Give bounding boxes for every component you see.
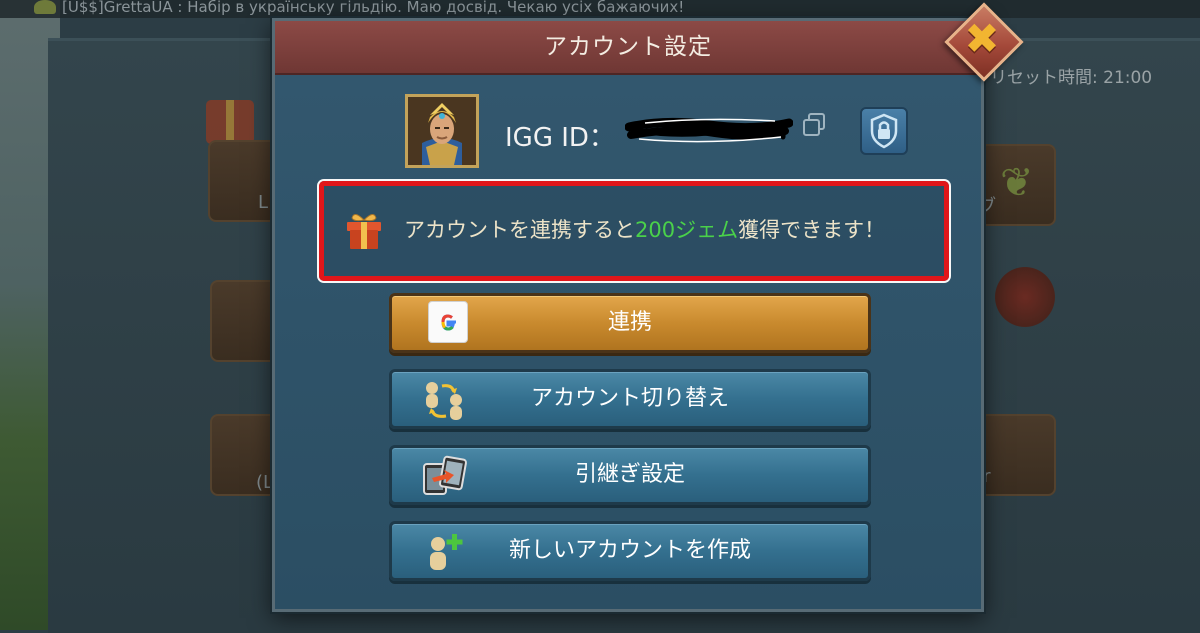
background-leaf-icon: ❦: [1000, 160, 1034, 206]
transfer-settings-button[interactable]: 引継ぎ設定: [389, 445, 871, 505]
hero-portrait-icon: [408, 97, 476, 165]
link-account-label: 連携: [607, 310, 652, 335]
google-icon: [428, 301, 468, 343]
add-account-icon: [420, 530, 468, 574]
link-reward-text: アカウントを連携すると200ジェム獲得できます！: [404, 214, 885, 244]
igg-id-label: IGG ID：: [505, 123, 615, 153]
switch-account-button[interactable]: アカウント切り替え: [389, 369, 871, 429]
promo-text-before: アカウントを連携すると: [404, 218, 635, 242]
player-avatar[interactable]: [405, 94, 479, 168]
create-account-label: 新しいアカウントを作成: [508, 538, 751, 563]
close-icon: ✖: [964, 14, 1000, 63]
transfer-devices-icon: [420, 454, 468, 498]
link-account-button[interactable]: 連携: [389, 293, 871, 353]
create-account-button[interactable]: 新しいアカウントを作成: [389, 521, 871, 581]
account-security-button[interactable]: [860, 107, 908, 155]
close-button[interactable]: ✖: [944, 2, 1024, 82]
switch-account-icon: [420, 378, 468, 422]
background-label: (L: [256, 472, 274, 493]
dialog-title: アカウント設定: [275, 21, 981, 75]
chat-ticker[interactable]: [U$$]GrettaUA : Набір в українську гільд…: [0, 0, 1200, 18]
link-reward-banner: アカウントを連携すると200ジェム獲得できます！: [319, 181, 949, 281]
switch-account-label: アカウント切り替え: [530, 386, 729, 411]
igg-id-value-redacted: [624, 115, 794, 145]
chat-message: [U$$]GrettaUA : Набір в українську гільд…: [62, 0, 685, 16]
background-gift-icon: [206, 100, 254, 144]
shield-lock-icon: [870, 113, 898, 149]
gift-icon: [342, 208, 386, 252]
copy-id-icon[interactable]: [801, 112, 827, 138]
account-settings-dialog: アカウント設定 IGG ID： アカウントを連携すると200ジェム獲得できます！…: [272, 18, 984, 612]
chat-icon: [34, 0, 56, 14]
transfer-settings-label: 引継ぎ設定: [574, 462, 685, 487]
background-label: L: [258, 192, 269, 213]
gem-reward-amount: 200ジェム: [635, 218, 739, 242]
background-scroll-icon: [990, 262, 1060, 332]
promo-text-after: 獲得できます！: [738, 218, 886, 242]
